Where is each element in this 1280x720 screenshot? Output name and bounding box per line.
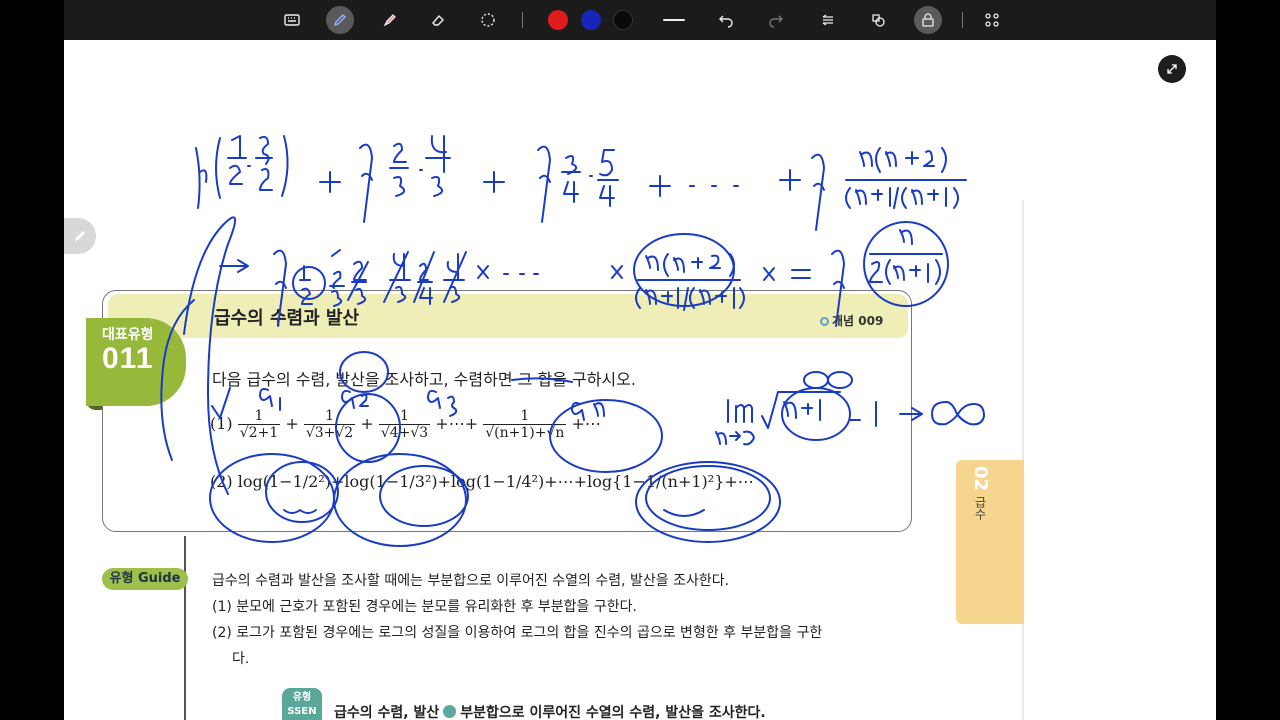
line-width-icon[interactable] bbox=[663, 19, 685, 21]
guide-vertical-line bbox=[184, 536, 186, 720]
badge-number: 011 bbox=[102, 342, 154, 375]
guide-label: 유형 Guide bbox=[102, 568, 188, 590]
concept-ref-text: 개념 009 bbox=[832, 314, 884, 328]
operator: +⋯ bbox=[571, 414, 601, 433]
chapter-number: 02 bbox=[970, 466, 991, 492]
redo-icon[interactable] bbox=[762, 6, 790, 34]
type-badge: 대표유형 011 bbox=[86, 318, 186, 406]
document-page: 급수의 수렴과 발산 개념 009 대표유형 011 다음 급수의 수렴, 발산… bbox=[64, 40, 1216, 720]
color-blue-swatch[interactable] bbox=[581, 10, 601, 30]
numerator: 1 bbox=[237, 408, 281, 425]
pen-icon[interactable] bbox=[326, 6, 354, 34]
fraction: 1 √4+√3 bbox=[378, 408, 431, 441]
shapes-icon[interactable] bbox=[864, 6, 892, 34]
arrow-right-icon bbox=[443, 705, 457, 718]
ssen-logo-top: 유형 bbox=[292, 692, 312, 703]
highlighter-icon[interactable] bbox=[376, 6, 404, 34]
guide-line-1: 급수의 수렴과 발산을 조사할 때에는 부분합으로 이루어진 수열의 수렴, 발… bbox=[212, 573, 730, 589]
item-2: (2) log(1−1/2²)+log(1−1/3²)+log(1−1/4²)+… bbox=[210, 472, 754, 491]
badge-label: 대표유형 bbox=[102, 327, 154, 343]
guide-line-2: (1) 분모에 근호가 포함된 경우에는 분모를 유리화한 후 부분합을 구한다… bbox=[212, 599, 637, 615]
edit-pencil-icon[interactable] bbox=[64, 218, 96, 254]
operator: + bbox=[360, 414, 374, 433]
ssen-summary: 급수의 수렴, 발산 부분합으로 이루어진 수열의 수렴, 발산을 조사한다. bbox=[334, 702, 766, 720]
annotation-toolbar bbox=[64, 0, 1216, 40]
layers-icon[interactable] bbox=[814, 6, 842, 34]
item-2-label: (2) bbox=[210, 472, 233, 491]
fraction: 1 √(n+1)+√n bbox=[483, 408, 567, 441]
eraser-icon[interactable] bbox=[424, 6, 452, 34]
grid-icon[interactable] bbox=[978, 6, 1006, 34]
denominator: √2+1 bbox=[239, 425, 279, 441]
item-1: (1) 1 √2+1 + 1 √3+√2 + 1 √4+√3 +⋯+ 1 √(n+1)+… bbox=[210, 408, 601, 441]
numerator: 1 bbox=[303, 408, 356, 425]
denominator: √3+√2 bbox=[305, 425, 354, 441]
denominator: √(n+1)+√n bbox=[485, 425, 565, 441]
item-1-label: (1) bbox=[210, 414, 233, 433]
fraction: 1 √2+1 bbox=[237, 408, 281, 441]
operator: +⋯+ bbox=[435, 414, 479, 433]
collapse-icon[interactable] bbox=[1158, 55, 1186, 83]
ssen-logo: 유형 SSEN bbox=[282, 688, 322, 720]
chapter-name: 급수 bbox=[973, 496, 987, 520]
concept-reference: 개념 009 bbox=[820, 312, 883, 329]
keyboard-icon[interactable] bbox=[278, 6, 306, 34]
ssen-text-left: 급수의 수렴, 발산 bbox=[334, 705, 440, 720]
numerator: 1 bbox=[483, 408, 567, 425]
guide-line-3: (2) 로그가 포함된 경우에는 로그의 성질을 이용하여 로그의 합을 진수의… bbox=[212, 625, 823, 641]
toolbar-divider bbox=[962, 12, 963, 28]
undo-icon[interactable] bbox=[712, 6, 740, 34]
ssen-logo-bottom: SSEN bbox=[287, 706, 317, 717]
problem-title: 급수의 수렴과 발산 bbox=[214, 308, 360, 329]
chapter-tab[interactable]: 02 급수 bbox=[956, 460, 1024, 624]
item-2-expression: log(1−1/2²)+log(1−1/3²)+log(1−1/4²)+⋯+lo… bbox=[237, 472, 754, 491]
circle-icon bbox=[820, 317, 829, 326]
numerator: 1 bbox=[378, 408, 431, 425]
color-black-swatch[interactable] bbox=[613, 10, 633, 30]
denominator: √4+√3 bbox=[380, 425, 429, 441]
question-text: 다음 급수의 수렴, 발산을 조사하고, 수렴하면 그 합을 구하시오. bbox=[212, 370, 636, 389]
lock-icon[interactable] bbox=[914, 6, 942, 34]
color-red-swatch[interactable] bbox=[548, 10, 568, 30]
ssen-text-right: 부분합으로 이루어진 수열의 수렴, 발산을 조사한다. bbox=[460, 705, 766, 720]
toolbar-divider bbox=[522, 12, 523, 28]
operator: + bbox=[285, 414, 299, 433]
lasso-icon[interactable] bbox=[474, 6, 502, 34]
fraction: 1 √3+√2 bbox=[303, 408, 356, 441]
guide-line-4: 다. bbox=[232, 651, 250, 667]
